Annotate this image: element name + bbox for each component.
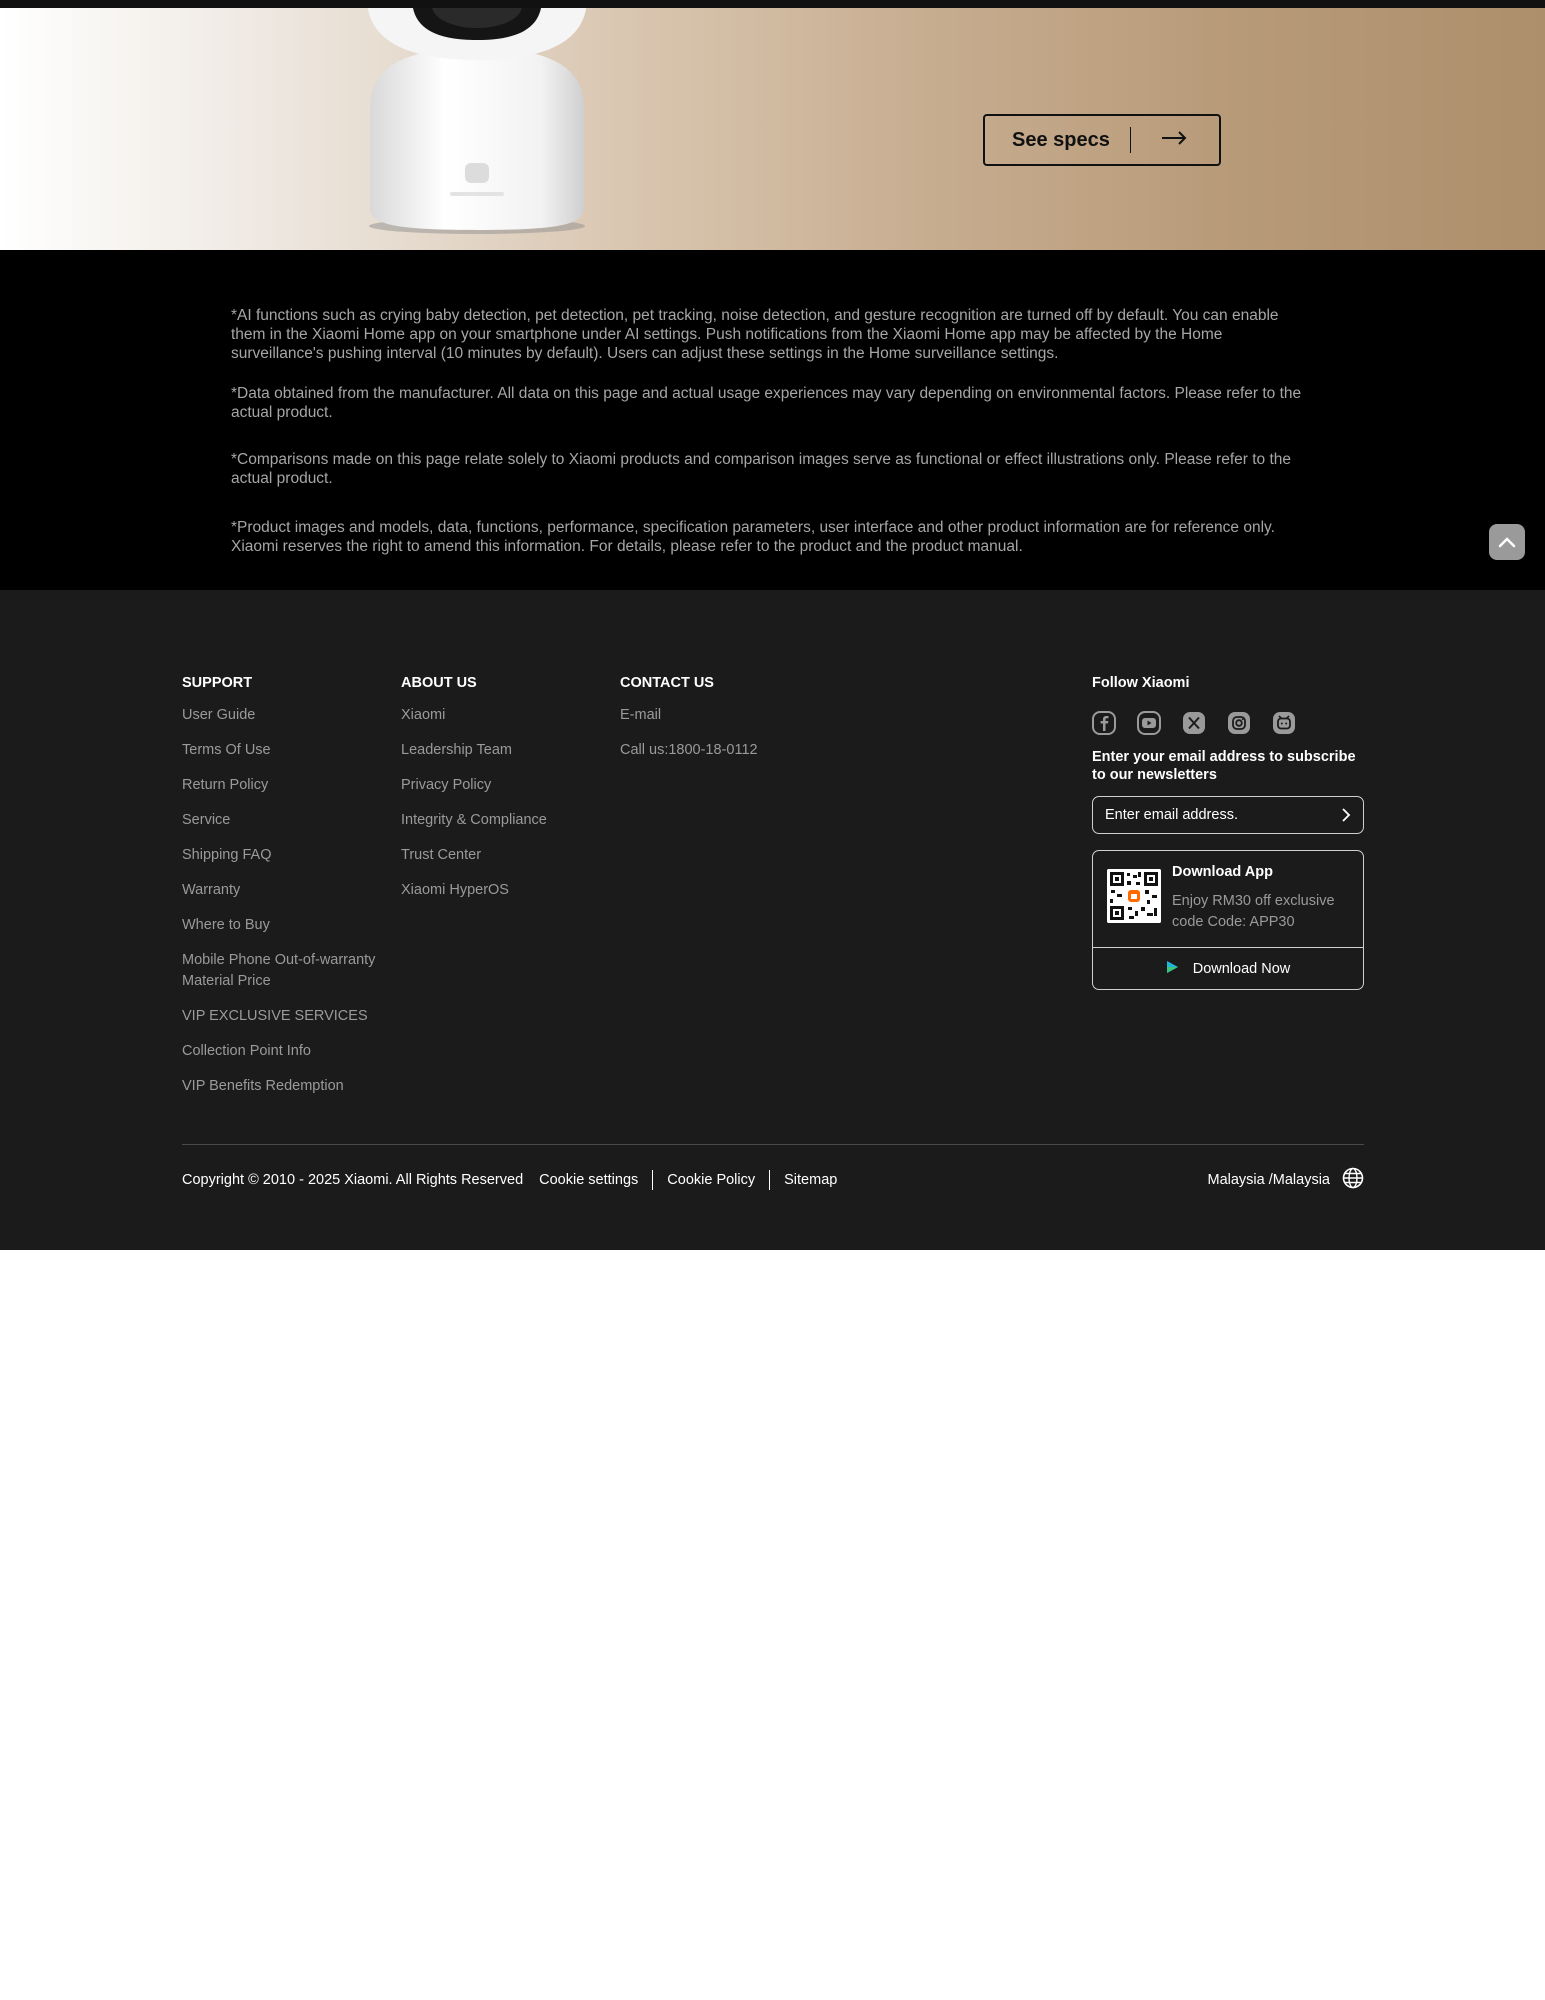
download-app-title: Download App <box>1172 864 1273 880</box>
disclaimer-comparisons: *Comparisons made on this page relate so… <box>231 451 1292 487</box>
about-link-xiaomi[interactable]: Xiaomi <box>401 705 601 726</box>
follow-section: Follow Xiaomi Enter your email address t… <box>1092 675 1364 990</box>
see-specs-divider <box>1130 127 1131 153</box>
sitemap-link[interactable]: Sitemap <box>784 1172 837 1188</box>
footer-divider <box>182 1144 1364 1145</box>
facebook-icon[interactable] <box>1092 711 1116 735</box>
support-link-shipping-faq[interactable]: Shipping FAQ <box>182 845 392 866</box>
contact-column: CONTACT US E-mail Call us:1800-18-0112 <box>620 675 820 775</box>
support-column: SUPPORT User Guide Terms Of Use Return P… <box>182 675 392 1111</box>
google-play-icon <box>1166 960 1179 979</box>
instagram-icon[interactable] <box>1227 711 1251 735</box>
support-link-vip-benefits[interactable]: VIP Benefits Redemption <box>182 1076 392 1097</box>
camera-product-image <box>367 8 587 234</box>
region-label: Malaysia /Malaysia <box>1207 1172 1331 1188</box>
youtube-icon[interactable] <box>1137 711 1161 735</box>
about-link-hyperos[interactable]: Xiaomi HyperOS <box>401 880 601 901</box>
globe-icon <box>1342 1167 1364 1194</box>
chevron-right-icon[interactable] <box>1341 807 1351 823</box>
x-icon[interactable] <box>1182 711 1206 735</box>
email-input[interactable] <box>1105 807 1341 823</box>
newsletter-form <box>1092 796 1364 834</box>
see-specs-label: See specs <box>1012 128 1110 151</box>
top-edge-bar <box>0 0 1545 8</box>
contact-link-phone[interactable]: Call us:1800-18-0112 <box>620 740 820 761</box>
qr-code-image <box>1107 869 1161 923</box>
disclaimer-data: *Data obtained from the manufacturer. Al… <box>231 385 1302 421</box>
about-link-privacy[interactable]: Privacy Policy <box>401 775 601 796</box>
support-heading: SUPPORT <box>182 675 253 691</box>
support-link-terms[interactable]: Terms Of Use <box>182 740 392 761</box>
link-separator <box>652 1170 654 1190</box>
region-selector[interactable]: Malaysia /Malaysia <box>1208 1167 1365 1194</box>
download-now-button[interactable]: Download Now <box>1093 948 1363 990</box>
contact-link-email[interactable]: E-mail <box>620 705 820 726</box>
link-separator <box>769 1170 771 1190</box>
download-app-description: Enjoy RM30 off exclusive code Code: APP3… <box>1172 893 1335 930</box>
product-banner: See specs <box>0 8 1545 250</box>
support-link-return-policy[interactable]: Return Policy <box>182 775 392 796</box>
back-to-top-button[interactable] <box>1489 524 1525 560</box>
cookie-policy-link[interactable]: Cookie Policy <box>667 1172 755 1188</box>
about-heading: ABOUT US <box>401 675 477 691</box>
disclaimer-product-images: *Product images and models, data, functi… <box>231 519 1275 555</box>
cookie-settings-link[interactable]: Cookie settings <box>539 1172 638 1188</box>
support-link-user-guide[interactable]: User Guide <box>182 705 392 726</box>
support-link-where-to-buy[interactable]: Where to Buy <box>182 915 392 936</box>
download-now-label: Download Now <box>1192 961 1291 977</box>
see-specs-button[interactable]: See specs <box>983 114 1221 166</box>
about-link-trust-center[interactable]: Trust Center <box>401 845 601 866</box>
support-link-collection-point[interactable]: Collection Point Info <box>182 1041 392 1062</box>
arrow-right-icon <box>1161 130 1187 150</box>
about-column: ABOUT US Xiaomi Leadership Team Privacy … <box>401 675 601 915</box>
disclaimer-section: *AI functions such as crying baby detect… <box>0 250 1545 590</box>
newsletter-label: Enter your email address to subscribe to… <box>1092 749 1356 783</box>
follow-heading: Follow Xiaomi <box>1092 675 1190 691</box>
support-link-material-price[interactable]: Mobile Phone Out-of-warranty Material Pr… <box>182 950 392 992</box>
legal-links: Cookie settings Cookie Policy Sitemap <box>539 1170 837 1190</box>
copyright-text: Copyright © 2010 - 2025 Xiaomi. All Righ… <box>182 1172 524 1188</box>
site-footer: SUPPORT User Guide Terms Of Use Return P… <box>0 590 1545 1250</box>
support-link-service[interactable]: Service <box>182 810 392 831</box>
contact-heading: CONTACT US <box>620 675 714 691</box>
about-link-integrity[interactable]: Integrity & Compliance <box>401 810 601 831</box>
social-links <box>1092 711 1364 735</box>
footer-bottom-bar: Copyright © 2010 - 2025 Xiaomi. All Righ… <box>182 1167 1365 1194</box>
support-link-vip-services[interactable]: VIP EXCLUSIVE SERVICES <box>182 1006 392 1027</box>
xiaomi-community-icon[interactable] <box>1272 711 1296 735</box>
support-link-warranty[interactable]: Warranty <box>182 880 392 901</box>
disclaimer-ai: *AI functions such as crying baby detect… <box>231 307 1279 362</box>
download-app-card: Download App Enjoy RM30 off exclusive co… <box>1092 850 1364 990</box>
about-link-leadership[interactable]: Leadership Team <box>401 740 601 761</box>
chevron-up-icon <box>1498 537 1516 548</box>
